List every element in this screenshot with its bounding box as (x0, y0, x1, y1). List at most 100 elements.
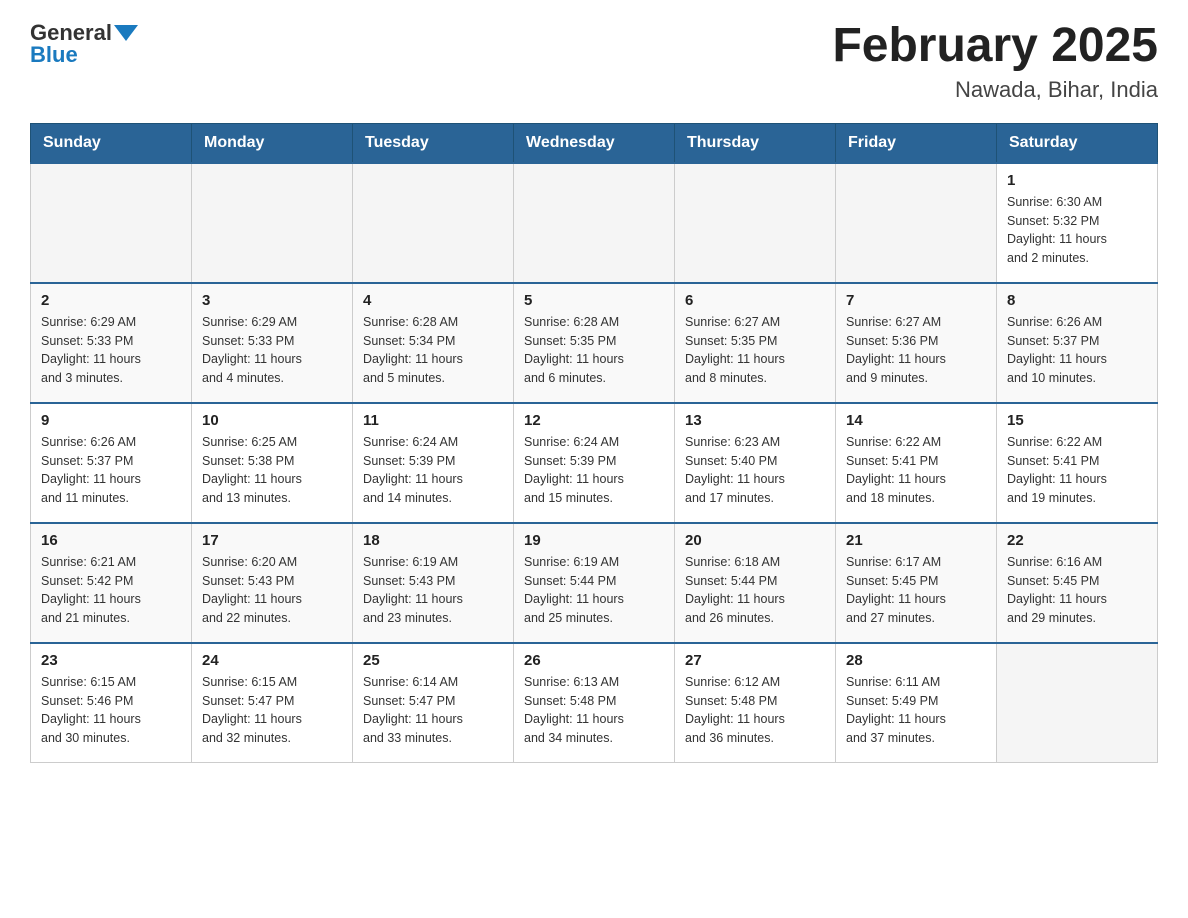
day-number: 22 (1007, 532, 1147, 549)
calendar-cell: 20Sunrise: 6:18 AMSunset: 5:44 PMDayligh… (675, 523, 836, 643)
calendar-cell: 25 Sunrise: 6:14 AMSunset: 5:47 PMDayligh… (353, 643, 514, 763)
calendar-cell: 14Sunrise: 6:22 AMSunset: 5:41 PMDayligh… (836, 403, 997, 523)
calendar-cell (192, 163, 353, 283)
calendar-header: SundayMondayTuesdayWednesdayThursdayFrid… (31, 123, 1158, 163)
day-info: Sunrise: 6:18 AMSunset: 5:44 PMDaylight:… (685, 553, 825, 628)
calendar-cell: 21Sunrise: 6:17 AMSunset: 5:45 PMDayligh… (836, 523, 997, 643)
weekday-header-monday: Monday (192, 123, 353, 163)
day-number: 27 (685, 652, 825, 669)
day-number: 6 (685, 292, 825, 309)
calendar-cell: 3 Sunrise: 6:29 AMSunset: 5:33 PMDaylight… (192, 283, 353, 403)
calendar-cell: 24 Sunrise: 6:15 AMSunset: 5:47 PMDayligh… (192, 643, 353, 763)
title-block: February 2025 Nawada, Bihar, India (832, 20, 1158, 103)
weekday-header-tuesday: Tuesday (353, 123, 514, 163)
day-number: 25 (363, 652, 503, 669)
calendar-cell: 15 Sunrise: 6:22 AMSunset: 5:41 PMDayligh… (997, 403, 1158, 523)
day-number: 14 (846, 412, 986, 429)
day-info: Sunrise: 6:21 AMSunset: 5:42 PMDaylight:… (41, 553, 181, 628)
calendar-cell (514, 163, 675, 283)
calendar-cell (997, 643, 1158, 763)
day-number: 4 (363, 292, 503, 309)
day-number: 3 (202, 292, 342, 309)
day-number: 1 (1007, 172, 1147, 189)
calendar-cell: 19 Sunrise: 6:19 AMSunset: 5:44 PMDayligh… (514, 523, 675, 643)
day-info: Sunrise: 6:14 AMSunset: 5:47 PMDaylight:… (363, 673, 503, 748)
calendar-cell: 17Sunrise: 6:20 AMSunset: 5:43 PMDayligh… (192, 523, 353, 643)
calendar-week-row: 1 Sunrise: 6:30 AMSunset: 5:32 PMDaylight… (31, 163, 1158, 283)
weekday-header-wednesday: Wednesday (514, 123, 675, 163)
calendar-body: 1 Sunrise: 6:30 AMSunset: 5:32 PMDaylight… (31, 163, 1158, 763)
day-number: 8 (1007, 292, 1147, 309)
calendar-cell: 23 Sunrise: 6:15 AMSunset: 5:46 PMDayligh… (31, 643, 192, 763)
weekday-header-friday: Friday (836, 123, 997, 163)
day-info: Sunrise: 6:19 AMSunset: 5:43 PMDaylight:… (363, 553, 503, 628)
calendar-cell: 9 Sunrise: 6:26 AMSunset: 5:37 PMDaylight… (31, 403, 192, 523)
day-info: Sunrise: 6:11 AMSunset: 5:49 PMDaylight:… (846, 673, 986, 748)
day-number: 15 (1007, 412, 1147, 429)
day-number: 21 (846, 532, 986, 549)
calendar-cell: 8Sunrise: 6:26 AMSunset: 5:37 PMDaylight… (997, 283, 1158, 403)
weekday-header-sunday: Sunday (31, 123, 192, 163)
day-number: 26 (524, 652, 664, 669)
day-info: Sunrise: 6:20 AMSunset: 5:43 PMDaylight:… (202, 553, 342, 628)
day-number: 5 (524, 292, 664, 309)
day-info: Sunrise: 6:24 AMSunset: 5:39 PMDaylight:… (363, 433, 503, 508)
calendar-week-row: 2Sunrise: 6:29 AMSunset: 5:33 PMDaylight… (31, 283, 1158, 403)
calendar-cell: 16 Sunrise: 6:21 AMSunset: 5:42 PMDayligh… (31, 523, 192, 643)
day-info: Sunrise: 6:13 AMSunset: 5:48 PMDaylight:… (524, 673, 664, 748)
calendar-cell: 13 Sunrise: 6:23 AMSunset: 5:40 PMDayligh… (675, 403, 836, 523)
day-info: Sunrise: 6:15 AMSunset: 5:47 PMDaylight:… (202, 673, 342, 748)
calendar-cell: 4 Sunrise: 6:28 AMSunset: 5:34 PMDaylight… (353, 283, 514, 403)
day-info: Sunrise: 6:30 AMSunset: 5:32 PMDaylight:… (1007, 193, 1147, 268)
calendar-cell: 18 Sunrise: 6:19 AMSunset: 5:43 PMDayligh… (353, 523, 514, 643)
logo: General Blue (30, 20, 140, 68)
calendar-cell: 10 Sunrise: 6:25 AMSunset: 5:38 PMDayligh… (192, 403, 353, 523)
calendar-cell: 5 Sunrise: 6:28 AMSunset: 5:35 PMDaylight… (514, 283, 675, 403)
calendar-cell: 11 Sunrise: 6:24 AMSunset: 5:39 PMDayligh… (353, 403, 514, 523)
calendar-week-row: 9 Sunrise: 6:26 AMSunset: 5:37 PMDaylight… (31, 403, 1158, 523)
calendar-cell: 2Sunrise: 6:29 AMSunset: 5:33 PMDaylight… (31, 283, 192, 403)
calendar-cell: 26 Sunrise: 6:13 AMSunset: 5:48 PMDayligh… (514, 643, 675, 763)
calendar-cell: 6 Sunrise: 6:27 AMSunset: 5:35 PMDaylight… (675, 283, 836, 403)
day-info: Sunrise: 6:12 AMSunset: 5:48 PMDaylight:… (685, 673, 825, 748)
day-info: Sunrise: 6:28 AMSunset: 5:34 PMDaylight:… (363, 313, 503, 388)
day-number: 16 (41, 532, 181, 549)
day-info: Sunrise: 6:29 AMSunset: 5:33 PMDaylight:… (41, 313, 181, 388)
calendar-cell: 12Sunrise: 6:24 AMSunset: 5:39 PMDayligh… (514, 403, 675, 523)
day-info: Sunrise: 6:27 AMSunset: 5:36 PMDaylight:… (846, 313, 986, 388)
page-header: General Blue February 2025 Nawada, Bihar… (30, 20, 1158, 103)
calendar-cell (353, 163, 514, 283)
calendar-week-row: 23 Sunrise: 6:15 AMSunset: 5:46 PMDayligh… (31, 643, 1158, 763)
day-info: Sunrise: 6:23 AMSunset: 5:40 PMDaylight:… (685, 433, 825, 508)
logo-triangle-icon (114, 25, 138, 41)
day-info: Sunrise: 6:27 AMSunset: 5:35 PMDaylight:… (685, 313, 825, 388)
day-number: 9 (41, 412, 181, 429)
day-info: Sunrise: 6:16 AMSunset: 5:45 PMDaylight:… (1007, 553, 1147, 628)
day-number: 13 (685, 412, 825, 429)
day-number: 18 (363, 532, 503, 549)
calendar-cell: 1 Sunrise: 6:30 AMSunset: 5:32 PMDaylight… (997, 163, 1158, 283)
day-number: 28 (846, 652, 986, 669)
day-info: Sunrise: 6:28 AMSunset: 5:35 PMDaylight:… (524, 313, 664, 388)
day-number: 12 (524, 412, 664, 429)
calendar-table: SundayMondayTuesdayWednesdayThursdayFrid… (30, 123, 1158, 764)
day-number: 24 (202, 652, 342, 669)
day-number: 19 (524, 532, 664, 549)
calendar-cell (675, 163, 836, 283)
day-info: Sunrise: 6:29 AMSunset: 5:33 PMDaylight:… (202, 313, 342, 388)
day-info: Sunrise: 6:26 AMSunset: 5:37 PMDaylight:… (41, 433, 181, 508)
weekday-header-row: SundayMondayTuesdayWednesdayThursdayFrid… (31, 123, 1158, 163)
day-info: Sunrise: 6:15 AMSunset: 5:46 PMDaylight:… (41, 673, 181, 748)
day-number: 23 (41, 652, 181, 669)
day-number: 10 (202, 412, 342, 429)
day-info: Sunrise: 6:22 AMSunset: 5:41 PMDaylight:… (1007, 433, 1147, 508)
day-number: 11 (363, 412, 503, 429)
month-title: February 2025 (832, 20, 1158, 73)
calendar-cell: 7 Sunrise: 6:27 AMSunset: 5:36 PMDaylight… (836, 283, 997, 403)
day-number: 7 (846, 292, 986, 309)
weekday-header-thursday: Thursday (675, 123, 836, 163)
day-info: Sunrise: 6:19 AMSunset: 5:44 PMDaylight:… (524, 553, 664, 628)
day-info: Sunrise: 6:25 AMSunset: 5:38 PMDaylight:… (202, 433, 342, 508)
logo-blue-text: Blue (30, 42, 78, 67)
weekday-header-saturday: Saturday (997, 123, 1158, 163)
